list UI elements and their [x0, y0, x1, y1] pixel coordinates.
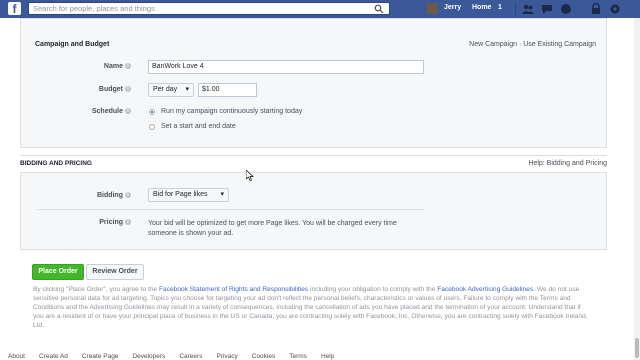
- footer-link-create-page[interactable]: Create Page: [82, 353, 119, 360]
- statement-of-rights-link[interactable]: Facebook Statement of Rights and Respons…: [159, 286, 308, 293]
- notifications-icon[interactable]: [560, 3, 572, 15]
- budget-label-text: Budget: [98, 86, 123, 93]
- home-link[interactable]: Home: [472, 4, 491, 11]
- footer-link-developers[interactable]: Developers: [132, 353, 165, 360]
- vertical-scrollbar[interactable]: [634, 18, 640, 360]
- campaign-name-input[interactable]: BanWork Love 4: [148, 60, 424, 74]
- info-icon[interactable]: i: [125, 192, 131, 199]
- friend-requests-icon[interactable]: [522, 3, 534, 15]
- name-label-text: Name: [103, 63, 123, 70]
- messages-icon[interactable]: [541, 3, 553, 15]
- scrollbar-thumb[interactable]: [635, 338, 639, 358]
- info-icon[interactable]: i: [125, 108, 131, 115]
- settings-gear-icon[interactable]: [609, 3, 621, 15]
- review-order-button[interactable]: Review Order: [86, 264, 144, 280]
- privacy-shortcuts-icon[interactable]: [590, 3, 602, 15]
- info-icon[interactable]: i: [125, 86, 131, 93]
- info-icon[interactable]: i: [125, 63, 131, 70]
- search-icon[interactable]: [374, 4, 384, 14]
- home-count-badge: 1: [498, 4, 502, 11]
- schedule-label: Schedule i: [61, 108, 131, 115]
- pricing-label: Pricing i: [61, 219, 131, 226]
- bidding-type-value: Bid for Page likes: [153, 191, 208, 198]
- bidding-help-link[interactable]: Help: Bidding and Pricing: [528, 160, 607, 167]
- top-navigation-bar: f Jerry Home 1: [0, 0, 640, 18]
- section-divider: [20, 155, 607, 156]
- bidding-label-text: Bidding: [96, 192, 123, 199]
- profile-name-link[interactable]: Jerry: [444, 4, 461, 11]
- legal-text-2: including your obligation to comply with…: [308, 286, 438, 293]
- use-existing-campaign-link[interactable]: Use Existing Campaign: [523, 41, 596, 48]
- footer-link-cookies[interactable]: Cookies: [252, 353, 275, 360]
- budget-amount-input[interactable]: $1.00: [198, 83, 257, 97]
- search-input[interactable]: [33, 3, 373, 14]
- legal-disclaimer: By clicking "Place Order", you agree to …: [33, 285, 593, 330]
- footer-link-help[interactable]: Help: [321, 353, 334, 360]
- inner-divider: [37, 209, 424, 210]
- info-icon[interactable]: i: [125, 219, 131, 226]
- campaign-budget-panel: Campaign and Budget New Campaign · Use E…: [20, 18, 607, 148]
- footer-link-privacy[interactable]: Privacy: [216, 353, 237, 360]
- budget-type-value: Per day: [153, 86, 178, 93]
- footer-links: About Create Ad Create Page Developers Caree…: [8, 353, 348, 360]
- footer-link-terms[interactable]: Terms: [289, 353, 307, 360]
- legal-text-1: By clicking "Place Order", you agree to …: [33, 286, 159, 293]
- budget-type-select[interactable]: Per day ▾: [148, 83, 194, 97]
- bidding-type-select[interactable]: Bid for Page likes ▾: [148, 188, 229, 202]
- bidding-label: Bidding i: [61, 192, 131, 199]
- facebook-logo-icon[interactable]: f: [8, 2, 21, 16]
- footer-link-careers[interactable]: Careers: [179, 353, 202, 360]
- pricing-description: Your bid will be optimized to get more P…: [148, 220, 397, 237]
- campaign-section-title: Campaign and Budget: [35, 41, 110, 48]
- schedule-continuous-label[interactable]: Run my campaign continuously starting to…: [161, 108, 302, 115]
- advertising-guidelines-link[interactable]: Facebook Advertising Guidelines: [437, 286, 533, 293]
- pricing-label-text: Pricing: [99, 219, 123, 226]
- name-label: Name i: [61, 63, 131, 70]
- bidding-section-title: BIDDING AND PRICING: [20, 160, 92, 167]
- search-box[interactable]: [28, 2, 390, 15]
- campaign-links: New Campaign · Use Existing Campaign: [469, 41, 596, 48]
- place-order-button[interactable]: Place Order: [32, 264, 84, 280]
- schedule-dates-label[interactable]: Set a start and end date: [161, 123, 236, 130]
- schedule-dates-radio[interactable]: [149, 124, 155, 130]
- schedule-continuous-radio[interactable]: [149, 109, 155, 115]
- chevron-down-icon: ▾: [185, 86, 189, 93]
- footer-link-create-ad[interactable]: Create Ad: [39, 353, 68, 360]
- avatar[interactable]: [427, 3, 438, 14]
- bidding-pricing-panel: Bidding i Bid for Page likes ▾ Pricing i Y…: [20, 172, 607, 250]
- footer-link-about[interactable]: About: [8, 353, 25, 360]
- mouse-cursor-icon: [246, 170, 254, 181]
- schedule-label-text: Schedule: [91, 108, 123, 115]
- new-campaign-link[interactable]: New Campaign: [469, 41, 517, 48]
- nav-divider: [515, 3, 516, 15]
- budget-label: Budget i: [61, 86, 131, 93]
- chevron-down-icon: ▾: [220, 191, 224, 198]
